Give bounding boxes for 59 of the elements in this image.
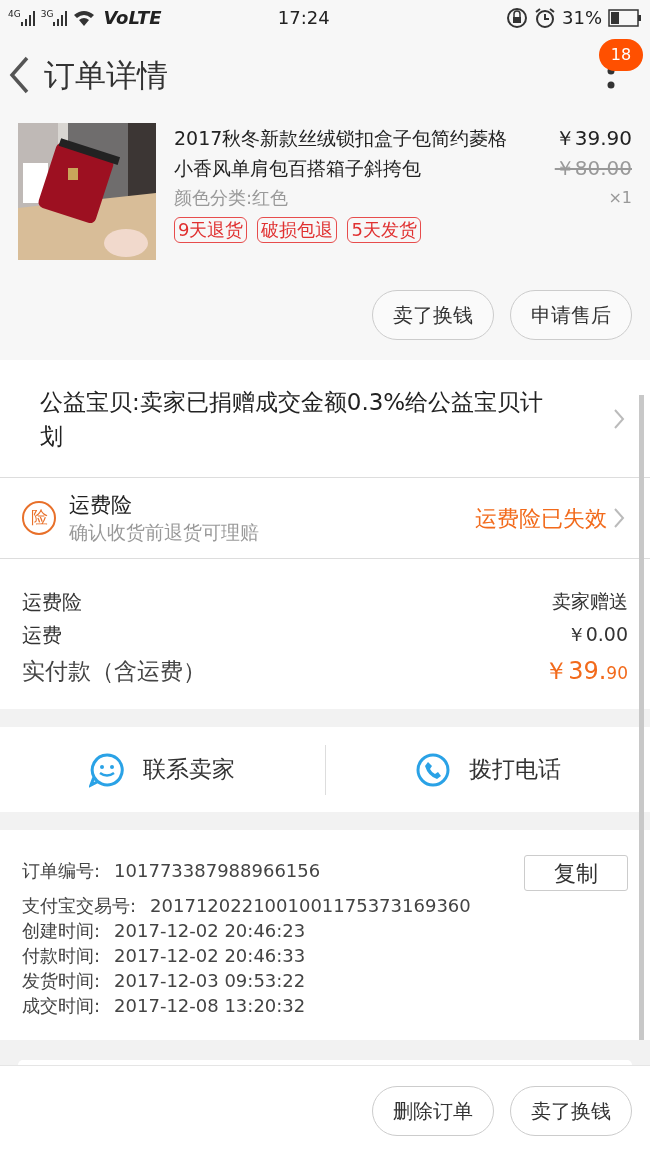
original-price: ￥80.00 <box>554 155 632 182</box>
info-label: 付款时间: <box>22 944 101 968</box>
signal-icon <box>20 9 37 26</box>
info-value: 2017120221001001175373169360 <box>150 894 471 918</box>
network-label: 3G <box>40 9 54 19</box>
product-variant: 颜色分类:红色 <box>174 186 290 210</box>
insurance-subtitle: 确认收货前退货可理赔 <box>69 520 259 545</box>
service-tag: 5天发货 <box>347 217 421 243</box>
chat-icon <box>89 751 126 788</box>
alarm-icon <box>534 6 556 29</box>
battery-icon <box>608 8 642 27</box>
product-title: 2017秋冬新款丝绒锁扣盒子包简约菱格小香风单肩包百搭箱子斜挎包 <box>174 126 509 181</box>
info-label: 支付宝交易号: <box>22 894 137 918</box>
info-label: 创建时间: <box>22 919 101 943</box>
contact-button[interactable]: 联系卖家 <box>0 744 326 795</box>
action-button[interactable]: 卖了换钱 <box>510 1086 632 1136</box>
total-amount: ￥39.90 <box>544 656 628 687</box>
fee-label: 运费险 <box>22 588 82 616</box>
fee-value: 卖家赠送 <box>552 589 628 615</box>
chevron-icon <box>613 507 625 529</box>
info-value: 2017-12-02 20:46:23 <box>114 919 306 943</box>
notification-badge: 18 <box>599 39 643 71</box>
charity-text: 公益宝贝:卖家已捐赠成交金额0.3%给公益宝贝计划 <box>40 387 545 451</box>
service-tag: 破损包退 <box>257 217 338 243</box>
insurance-status: 运费险已失效 <box>475 504 607 533</box>
insurance-title: 运费险 <box>69 492 133 519</box>
back-button[interactable] <box>8 56 30 94</box>
service-tag: 9天退货 <box>174 217 248 243</box>
product-price: ￥39.90 <box>554 125 632 152</box>
clock-time: 17:24 <box>277 6 330 30</box>
fee-value: ￥0.00 <box>566 622 628 648</box>
fee-label: 实付款（含运费） <box>22 656 206 686</box>
charity-row[interactable]: 公益宝贝:卖家已捐赠成交金额0.3%给公益宝贝计划 <box>0 360 650 478</box>
copy-button[interactable]: 复制 <box>524 855 628 891</box>
info-label: 成交时间: <box>22 994 101 1018</box>
network-label: 4G <box>8 9 21 19</box>
page-title: 订单详情 <box>44 55 168 95</box>
chevron-icon <box>613 407 625 430</box>
back-icon <box>8 56 30 94</box>
volte-label: VoLTE <box>103 6 162 30</box>
info-label: 发货时间: <box>22 969 101 993</box>
action-button[interactable]: 卖了换钱 <box>372 290 494 340</box>
product-quantity: ×1 <box>608 187 632 209</box>
fee-label: 运费 <box>22 621 62 649</box>
contact-button[interactable]: 拨打电话 <box>325 744 650 795</box>
battery-percent: 31% <box>562 6 602 30</box>
info-value: 2017-12-02 20:46:33 <box>114 944 306 968</box>
action-button[interactable]: 申请售后 <box>510 290 632 340</box>
rotation-lock-icon <box>506 6 528 29</box>
action-button[interactable]: 删除订单 <box>372 1086 494 1136</box>
wifi-icon <box>73 8 96 27</box>
insurance-row[interactable]: 险 运费险 确认收货前退货可理赔 运费险已失效 <box>0 478 650 559</box>
phone-icon <box>414 751 451 788</box>
info-value: 2017-12-03 09:53:22 <box>114 969 306 993</box>
insurance-badge: 险 <box>22 501 56 535</box>
info-value: 101773387988966156 <box>114 859 321 883</box>
signal-icon <box>53 9 70 26</box>
info-label: 订单编号: <box>22 859 101 883</box>
info-value: 2017-12-08 13:20:32 <box>114 994 306 1018</box>
